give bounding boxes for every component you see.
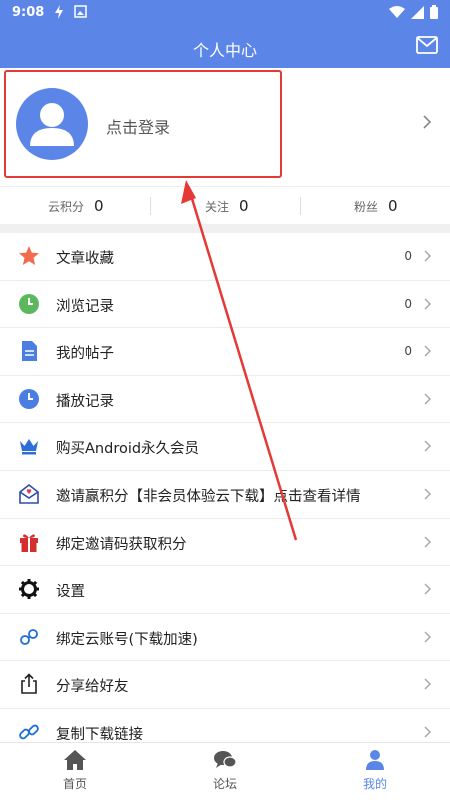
page-title: 个人中心 <box>192 41 257 60</box>
stat-value: 0 <box>239 197 249 215</box>
chevron-right-icon <box>424 583 432 595</box>
menu-item-label: 邀请赢积分【非会员体验云下载】点击查看详情 <box>56 488 361 505</box>
clock-icon <box>19 388 39 409</box>
tab-mine[interactable]: 我的 <box>300 743 450 800</box>
chevron-right-icon <box>424 726 432 738</box>
link-icon <box>19 724 39 740</box>
chevron-right-icon <box>424 298 432 310</box>
menu-item-label: 绑定云账号(下载加速) <box>56 631 198 648</box>
bottom-tab-bar: 首页 论坛 我的 <box>0 742 450 800</box>
menu-item-bind-invite-code[interactable]: 绑定邀请码获取积分 <box>0 519 450 567</box>
avatar[interactable] <box>16 88 88 160</box>
stat-divider <box>300 197 301 215</box>
battery-icon <box>430 5 438 19</box>
menu-item-share[interactable]: 分享给好友 <box>0 661 450 709</box>
stats-row: 云积分 0 关注 0 粉丝 0 <box>0 186 450 224</box>
mail-icon[interactable] <box>416 36 438 54</box>
gift-icon <box>20 533 38 552</box>
stat-value: 0 <box>94 197 104 215</box>
menu-item-label: 绑定邀请码获取积分 <box>56 536 187 553</box>
menu-item-count: 0 <box>404 296 412 311</box>
gear-icon <box>19 579 39 600</box>
menu-list: 文章收藏 0 浏览记录 0 我的帖子 0 播放记录 购买Android永久会员 … <box>0 233 450 757</box>
login-card[interactable]: 点击登录 <box>0 68 450 186</box>
login-label[interactable]: 点击登录 <box>106 114 170 138</box>
tab-forum[interactable]: 论坛 <box>150 743 300 800</box>
menu-item-label: 分享给好友 <box>56 679 129 696</box>
menu-item-my-posts[interactable]: 我的帖子 0 <box>0 328 450 376</box>
user-avatar-icon <box>30 103 74 146</box>
document-icon <box>22 341 37 362</box>
status-bar: 9:08 <box>0 0 450 26</box>
chevron-right-icon <box>424 536 432 548</box>
chevron-right-icon <box>424 393 432 405</box>
chevron-right-icon <box>424 488 432 500</box>
stat-followers[interactable]: 粉丝 0 <box>354 187 398 225</box>
clock-icon <box>19 293 39 314</box>
chevron-right-icon <box>424 250 432 262</box>
chat-icon <box>214 751 237 768</box>
menu-item-article-favorites[interactable]: 文章收藏 0 <box>0 233 450 281</box>
envelope-heart-icon <box>19 483 39 504</box>
chevron-right-icon <box>424 440 432 452</box>
share-icon <box>21 673 37 695</box>
chevron-right-icon <box>424 345 432 357</box>
tab-label: 首页 <box>62 777 87 791</box>
stat-following[interactable]: 关注 0 <box>205 187 249 225</box>
menu-item-label: 购买Android永久会员 <box>56 441 200 458</box>
signal-icon <box>411 5 424 19</box>
cloud-link-icon <box>20 628 38 645</box>
menu-item-count: 0 <box>404 249 412 263</box>
title-bar: 个人中心 <box>0 26 450 68</box>
chevron-right-icon <box>423 115 432 129</box>
menu-item-buy-vip[interactable]: 购买Android永久会员 <box>0 423 450 471</box>
stat-divider <box>150 197 151 215</box>
stat-label: 云积分 <box>48 199 85 214</box>
menu-item-browse-history[interactable]: 浏览记录 0 <box>0 281 450 329</box>
stat-label: 关注 <box>205 199 230 214</box>
menu-item-bind-cloud-account[interactable]: 绑定云账号(下载加速) <box>0 614 450 662</box>
status-notification-icons <box>54 5 87 19</box>
menu-item-label: 播放记录 <box>56 393 114 410</box>
chevron-right-icon <box>424 631 432 643</box>
menu-item-label: 浏览记录 <box>56 298 114 315</box>
home-icon <box>64 750 86 770</box>
menu-item-label: 我的帖子 <box>56 346 114 363</box>
menu-item-play-history[interactable]: 播放记录 <box>0 376 450 424</box>
flash-icon <box>55 5 63 19</box>
wifi-icon <box>389 6 405 18</box>
stat-value: 0 <box>388 197 398 215</box>
status-system-icons <box>389 5 438 19</box>
menu-item-count: 0 <box>404 344 412 359</box>
menu-item-label: 复制下载链接 <box>56 726 143 743</box>
user-icon <box>366 750 384 770</box>
menu-item-label: 文章收藏 <box>56 251 114 267</box>
tab-label: 我的 <box>362 777 387 791</box>
star-icon <box>19 246 39 265</box>
tab-label: 论坛 <box>212 777 237 791</box>
status-time: 9:08 <box>12 5 45 20</box>
stat-points[interactable]: 云积分 0 <box>48 187 104 225</box>
tab-home[interactable]: 首页 <box>0 743 150 800</box>
menu-item-invite-earn[interactable]: 邀请赢积分【非会员体验云下载】点击查看详情 <box>0 471 450 519</box>
menu-item-settings[interactable]: 设置 <box>0 566 450 614</box>
stat-label: 粉丝 <box>354 199 379 214</box>
image-icon <box>74 5 87 18</box>
menu-item-label: 设置 <box>56 584 85 601</box>
crown-icon <box>20 439 38 455</box>
chevron-right-icon <box>424 678 432 690</box>
